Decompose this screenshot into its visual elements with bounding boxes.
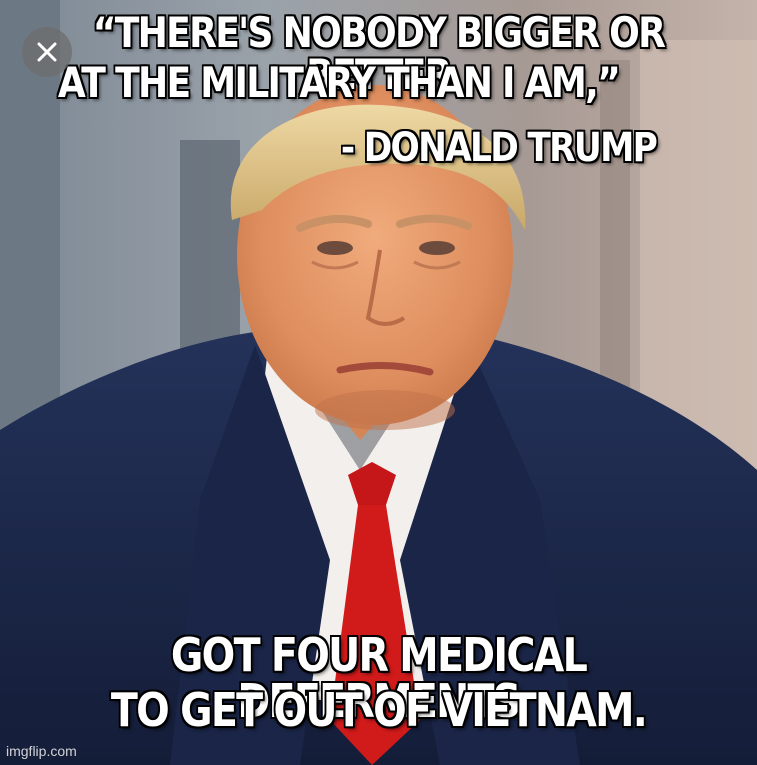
bottom-caption-line-2: TO GET OUT OF VIETNAM.: [110, 683, 649, 737]
top-caption-line-2: AT THE MILITARY THAN I AM,”: [57, 58, 622, 107]
quote-attribution: - DONALD TRUMP: [340, 125, 659, 171]
meme-image: “THERE'S NOBODY BIGGER OR BETTER AT THE …: [0, 0, 757, 765]
watermark: imgflip.com: [6, 743, 77, 759]
close-button[interactable]: [22, 27, 72, 77]
close-icon: [36, 41, 58, 63]
